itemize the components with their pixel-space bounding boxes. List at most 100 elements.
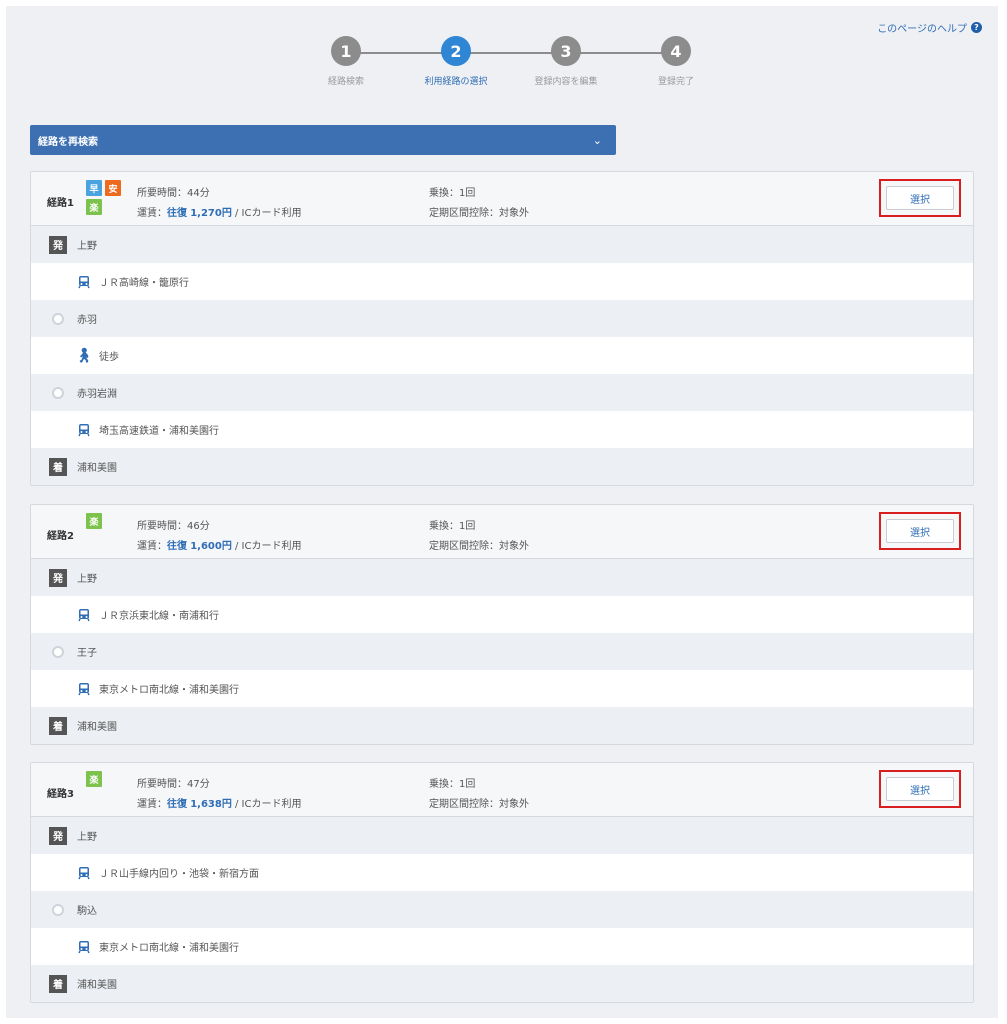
select-highlight: 選択 xyxy=(879,512,961,550)
commuter-value: 対象外 xyxy=(499,799,529,810)
fare-label: 運賃： xyxy=(137,541,167,552)
help-label: このページのヘルプ xyxy=(877,24,967,35)
station-row: 着浦和美園 xyxy=(31,707,973,744)
transfers-value: 1回 xyxy=(459,521,476,532)
commuter-value: 対象外 xyxy=(499,541,529,552)
train-icon xyxy=(77,275,91,289)
transfers-label: 乗換： xyxy=(429,188,459,199)
station-name: 浦和美園 xyxy=(77,463,117,474)
fare-suffix: / ICカード利用 xyxy=(231,799,302,810)
step-number: 3 xyxy=(551,36,581,66)
train-icon xyxy=(77,940,91,954)
commuter-label: 定期区間控除： xyxy=(429,799,499,810)
select-highlight: 選択 xyxy=(879,770,961,808)
transfers-text: 乗換：1回 xyxy=(429,184,475,199)
train-icon xyxy=(77,423,91,437)
route-header: 経路2 楽所要時間：46分 運賃：往復 1,600円 / ICカード利用 乗換：1回定… xyxy=(31,505,973,559)
station-name: 上野 xyxy=(77,241,97,252)
station-row: 発上野 xyxy=(31,559,973,596)
transfers-value: 1回 xyxy=(459,779,476,790)
commuter-text: 定期区間控除：対象外 xyxy=(429,795,529,810)
train-icon xyxy=(77,866,91,880)
re-search-label: 経路を再検索 xyxy=(38,136,98,148)
route-name: 経路2 xyxy=(47,531,74,542)
step-number: 1 xyxy=(331,36,361,66)
step-edit: 3 登録内容を編集 xyxy=(526,36,606,87)
route-timeline: 発上野 ＪＲ高崎線・籠原行 赤羽 🚶︎ 徒歩 赤羽岩淵 埼玉高速鉄道・浦和美園行着浦和美園 xyxy=(31,226,973,485)
train-icon xyxy=(77,682,91,696)
transfer-station-row: 王子 xyxy=(31,633,973,670)
fare-amount: 1,600円 xyxy=(190,541,232,552)
commuter-label: 定期区間控除： xyxy=(429,208,499,219)
transfers-value: 1回 xyxy=(459,188,476,199)
departure-mark: 発 xyxy=(49,235,67,254)
station-row: 発上野 xyxy=(31,226,973,263)
page-help-link[interactable]: このページのヘルプ ? xyxy=(877,20,982,35)
select-route-button[interactable]: 選択 xyxy=(886,186,954,210)
progress-stepper: 1 経路検索 2 利用経路の選択 3 登録内容を編集 4 登録完了 xyxy=(306,36,706,96)
station-row: 着浦和美園 xyxy=(31,448,973,485)
fare-direction: 往復 xyxy=(167,208,187,219)
train-icon xyxy=(77,608,91,622)
route-card: 経路1 早安楽所要時間：44分 運賃：往復 1,270円 / ICカード利用 乗換：1… xyxy=(30,171,974,486)
duration-text: 所要時間：46分 xyxy=(137,517,210,532)
station-dot xyxy=(52,386,64,399)
segment-line: ＪＲ山手線内回り・池袋・新宿方面 xyxy=(99,869,259,880)
arrival-mark: 着 xyxy=(49,974,67,993)
route-timeline: 発上野 ＪＲ京浜東北線・南浦和行 王子 東京メトロ南北線・浦和美園行着浦和美園 xyxy=(31,559,973,744)
step-label: 経路検索 xyxy=(327,77,364,87)
walk-icon: 🚶︎ xyxy=(75,347,93,364)
station-dot xyxy=(52,903,64,916)
duration-label: 所要時間： xyxy=(137,521,187,532)
fare-suffix: / ICカード利用 xyxy=(231,208,302,219)
fare-amount: 1,638円 xyxy=(190,799,232,810)
station-name: 上野 xyxy=(77,832,97,843)
fare-text: 運賃：往復 1,270円 / ICカード利用 xyxy=(137,204,302,219)
select-route-button[interactable]: 選択 xyxy=(886,777,954,801)
route-card: 経路2 楽所要時間：46分 運賃：往復 1,600円 / ICカード利用 乗換：1回定… xyxy=(30,504,974,745)
duration-label: 所要時間： xyxy=(137,188,187,199)
route-badge: 楽 xyxy=(86,513,102,529)
route-header: 経路3 楽所要時間：47分 運賃：往復 1,638円 / ICカード利用 乗換：1回定… xyxy=(31,763,973,817)
transfer-station-row: 赤羽 xyxy=(31,300,973,337)
select-route-button[interactable]: 選択 xyxy=(886,519,954,543)
fare-suffix: / ICカード利用 xyxy=(231,541,302,552)
duration-value: 46分 xyxy=(187,521,210,532)
route-badge: 早 xyxy=(86,180,102,196)
segment-line: 東京メトロ南北線・浦和美園行 xyxy=(99,685,239,696)
station-name: 駒込 xyxy=(77,906,97,917)
transfer-station-row: 駒込 xyxy=(31,891,973,928)
commuter-label: 定期区間控除： xyxy=(429,541,499,552)
route-badge: 楽 xyxy=(86,199,102,215)
duration-text: 所要時間：47分 xyxy=(137,775,210,790)
segment-row: 東京メトロ南北線・浦和美園行 xyxy=(31,928,973,965)
segment-line: ＪＲ高崎線・籠原行 xyxy=(99,278,189,289)
route-badge: 楽 xyxy=(86,771,102,787)
arrival-mark: 着 xyxy=(49,716,67,735)
fare-label: 運賃： xyxy=(137,799,167,810)
duration-text: 所要時間：44分 xyxy=(137,184,210,199)
step-label: 利用経路の選択 xyxy=(424,77,488,87)
select-highlight: 選択 xyxy=(879,179,961,217)
transfer-station-row: 赤羽岩淵 xyxy=(31,374,973,411)
station-name: 王子 xyxy=(77,648,97,659)
step-select-route: 2 利用経路の選択 xyxy=(416,36,496,87)
fare-text: 運賃：往復 1,638円 / ICカード利用 xyxy=(137,795,302,810)
departure-mark: 発 xyxy=(49,568,67,587)
duration-value: 47分 xyxy=(187,779,210,790)
segment-line: 徒歩 xyxy=(99,352,119,363)
question-circle-icon: ? xyxy=(971,22,982,33)
route-badge: 安 xyxy=(105,180,121,196)
segment-row: ＪＲ高崎線・籠原行 xyxy=(31,263,973,300)
page-canvas: このページのヘルプ ? 1 経路検索 2 利用経路の選択 3 登録内容を編集 4… xyxy=(6,6,998,1018)
station-name: 浦和美園 xyxy=(77,722,117,733)
station-dot xyxy=(52,312,64,325)
arrival-mark: 着 xyxy=(49,457,67,476)
step-label: 登録完了 xyxy=(657,77,694,87)
re-search-toggle[interactable]: 経路を再検索 ⌄ xyxy=(30,125,616,155)
step-complete: 4 登録完了 xyxy=(636,36,716,87)
duration-value: 44分 xyxy=(187,188,210,199)
route-name: 経路3 xyxy=(47,789,74,800)
station-dot xyxy=(52,645,64,658)
segment-line: 東京メトロ南北線・浦和美園行 xyxy=(99,943,239,954)
